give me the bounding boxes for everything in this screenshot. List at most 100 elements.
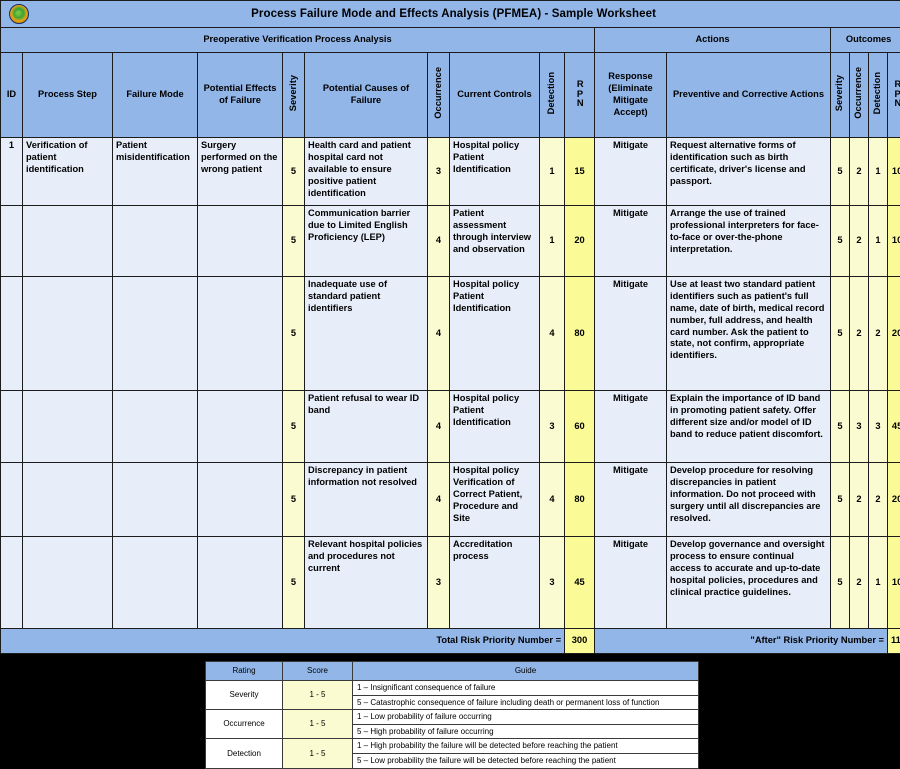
- col-header-process-step: Process Step: [23, 53, 113, 138]
- cell-severity: 5: [283, 138, 305, 206]
- cell-rpn: 20: [565, 206, 595, 277]
- after-rpn-value: 115: [888, 629, 900, 654]
- cell-occurrence: 4: [428, 463, 450, 537]
- cell-failure-mode: [113, 463, 198, 537]
- cell-detection: 1: [540, 138, 565, 206]
- cell-potential-causes: Discrepancy in patient information not r…: [305, 463, 428, 537]
- cell-potential-causes: Inadequate use of standard patient ident…: [305, 277, 428, 391]
- cell-potential-effects: [198, 537, 283, 629]
- cell-preventive-actions: Develop governance and oversight process…: [667, 537, 831, 629]
- cell-response: Mitigate: [595, 537, 667, 629]
- cell-id: [1, 206, 23, 277]
- cell-out-rpn: 10: [888, 537, 900, 629]
- legend-rating-detection: Detection: [206, 739, 283, 768]
- cell-id: [1, 537, 23, 629]
- table-row[interactable]: 1 Verification of patient identification…: [1, 138, 900, 206]
- cell-current-controls: Hospital policy Patient Identification: [450, 391, 540, 463]
- cell-out-rpn: 20: [888, 463, 900, 537]
- cell-potential-effects: [198, 206, 283, 277]
- cell-out-occurrence: 2: [850, 277, 869, 391]
- cell-response: Mitigate: [595, 391, 667, 463]
- cell-out-severity: 5: [831, 391, 850, 463]
- rating-guide-table: Rating Score Guide Severity 1 - 5 1 – In…: [205, 661, 699, 769]
- cell-detection: 1: [540, 206, 565, 277]
- cell-process-step: [23, 206, 113, 277]
- cell-potential-causes: Relevant hospital policies and procedure…: [305, 537, 428, 629]
- table-row[interactable]: 5 Discrepancy in patient information not…: [1, 463, 900, 537]
- cell-occurrence: 3: [428, 138, 450, 206]
- page-title: Process Failure Mode and Effects Analysi…: [1, 1, 900, 27]
- cell-id: [1, 463, 23, 537]
- cell-out-occurrence: 2: [850, 206, 869, 277]
- cell-detection: 3: [540, 391, 565, 463]
- cell-preventive-actions: Arrange the use of trained professional …: [667, 206, 831, 277]
- legend-row: Occurrence 1 - 5 1 – Low probability of …: [206, 710, 699, 725]
- cell-potential-causes: Health card and patient hospital card no…: [305, 138, 428, 206]
- cell-out-occurrence: 2: [850, 138, 869, 206]
- table-row[interactable]: 5 Relevant hospital policies and procedu…: [1, 537, 900, 629]
- legend-guide-severity-high: 5 – Catastrophic consequence of failure …: [353, 695, 699, 710]
- cell-out-severity: 5: [831, 537, 850, 629]
- col-header-out-severity: Severity: [831, 53, 850, 138]
- legend-col-score: Score: [283, 662, 353, 681]
- col-header-occurrence: Occurrence: [428, 53, 450, 138]
- col-header-rpn: R P N: [565, 53, 595, 138]
- pfmea-worksheet-page: Process Failure Mode and Effects Analysi…: [0, 0, 900, 765]
- col-header-detection: Detection: [540, 53, 565, 138]
- cell-process-step: [23, 277, 113, 391]
- cell-severity: 5: [283, 206, 305, 277]
- title-row: Process Failure Mode and Effects Analysi…: [1, 1, 900, 28]
- col-header-preventive-actions: Preventive and Corrective Actions: [667, 53, 831, 138]
- column-header-row: ID Process Step Failure Mode Potential E…: [1, 53, 900, 138]
- cell-out-occurrence: 3: [850, 391, 869, 463]
- cell-out-rpn: 10: [888, 138, 900, 206]
- cell-out-occurrence: 2: [850, 537, 869, 629]
- cell-rpn: 80: [565, 463, 595, 537]
- cell-out-detection: 2: [869, 463, 888, 537]
- legend-row: Detection 1 - 5 1 – High probability the…: [206, 739, 699, 754]
- pfmea-table: Process Failure Mode and Effects Analysi…: [0, 0, 900, 654]
- cell-out-detection: 2: [869, 277, 888, 391]
- cell-detection: 4: [540, 277, 565, 391]
- cell-out-rpn: 45: [888, 391, 900, 463]
- cell-out-detection: 1: [869, 206, 888, 277]
- legend-rating-severity: Severity: [206, 681, 283, 710]
- cell-detection: 4: [540, 463, 565, 537]
- col-header-current-controls: Current Controls: [450, 53, 540, 138]
- total-rpn-value: 300: [565, 629, 595, 654]
- cell-occurrence: 4: [428, 206, 450, 277]
- cell-out-severity: 5: [831, 138, 850, 206]
- legend-guide-occurrence-low: 1 – Low probability of failure occurring: [353, 710, 699, 725]
- cell-severity: 5: [283, 277, 305, 391]
- cell-response: Mitigate: [595, 277, 667, 391]
- cell-response: Mitigate: [595, 138, 667, 206]
- col-header-potential-effects: Potential Effects of Failure: [198, 53, 283, 138]
- cell-occurrence: 4: [428, 391, 450, 463]
- cell-detection: 3: [540, 537, 565, 629]
- table-row[interactable]: 5 Communication barrier due to Limited E…: [1, 206, 900, 277]
- cell-occurrence: 4: [428, 277, 450, 391]
- cell-potential-effects: [198, 463, 283, 537]
- cell-rpn: 45: [565, 537, 595, 629]
- legend-guide-severity-low: 1 – Insignificant consequence of failure: [353, 681, 699, 696]
- cell-potential-causes: Communication barrier due to Limited Eng…: [305, 206, 428, 277]
- col-header-id: ID: [1, 53, 23, 138]
- col-header-failure-mode: Failure Mode: [113, 53, 198, 138]
- legend-guide-occurrence-high: 5 – High probability of failure occurrin…: [353, 724, 699, 739]
- cell-rpn: 15: [565, 138, 595, 206]
- cell-id: [1, 391, 23, 463]
- after-rpn-label: "After" Risk Priority Number =: [595, 629, 888, 654]
- cell-out-detection: 3: [869, 391, 888, 463]
- cell-rpn: 60: [565, 391, 595, 463]
- cell-id: [1, 277, 23, 391]
- cell-severity: 5: [283, 537, 305, 629]
- legend-score-detection: 1 - 5: [283, 739, 353, 768]
- cell-current-controls: Patient assessment through interview and…: [450, 206, 540, 277]
- legend-rating-occurrence: Occurrence: [206, 710, 283, 739]
- table-row[interactable]: 5 Inadequate use of standard patient ide…: [1, 277, 900, 391]
- cell-current-controls: Hospital policy Patient Identification: [450, 138, 540, 206]
- col-header-out-rpn: R P N: [888, 53, 900, 138]
- table-row[interactable]: 5 Patient refusal to wear ID band 4 Hosp…: [1, 391, 900, 463]
- group-header-actions: Actions: [595, 28, 831, 53]
- cell-process-step: [23, 463, 113, 537]
